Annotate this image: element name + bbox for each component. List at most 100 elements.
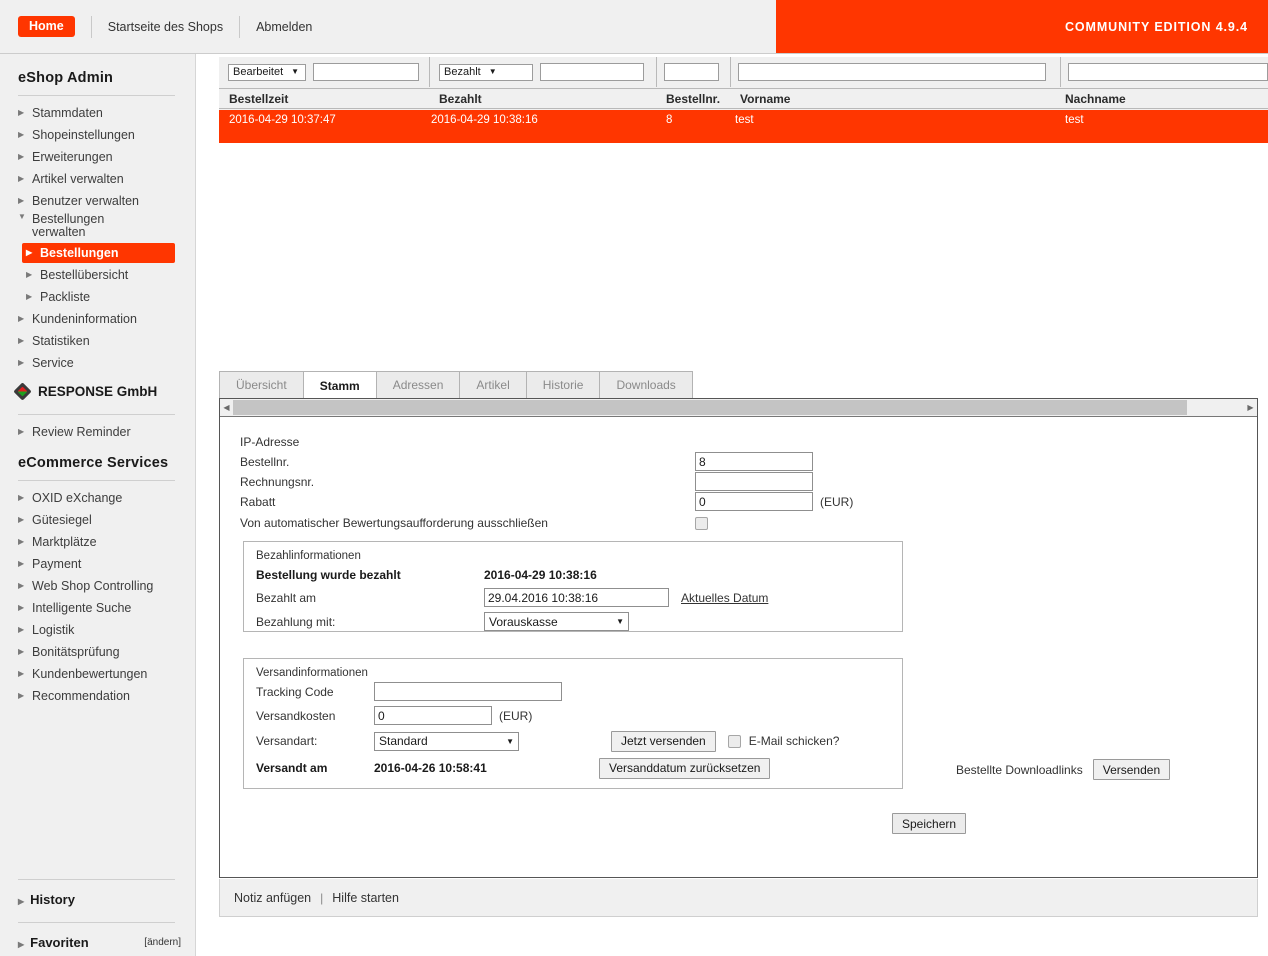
column-header-bezahlt[interactable]: Bezahlt bbox=[429, 89, 656, 109]
filter-input-nachname[interactable] bbox=[1068, 63, 1268, 81]
table-row[interactable]: 2016-04-29 10:37:47 2016-04-29 10:38:16 … bbox=[219, 110, 1268, 143]
sidebar-item-bestellungen-verwalten[interactable]: ▼ Bestellungen verwalten bbox=[0, 212, 195, 242]
tab-bar: Übersicht Stamm Adressen Artikel Histori… bbox=[219, 371, 693, 400]
tab-artikel[interactable]: Artikel bbox=[459, 371, 527, 398]
column-header-vorname[interactable]: Vorname bbox=[730, 89, 1060, 109]
divider: | bbox=[320, 890, 324, 905]
payment-method-select[interactable]: Vorauskasse ▼ bbox=[484, 612, 629, 631]
sidebar-bottom: ▶ History ▶ Favoriten [ändern] bbox=[0, 870, 195, 956]
column-header-bestellzeit[interactable]: Bestellzeit bbox=[219, 89, 429, 109]
sidebar-item-label: Bestellungen verwalten bbox=[32, 212, 105, 239]
filter-input-bestellzeit[interactable] bbox=[313, 63, 419, 81]
filter-select-bearbeitet[interactable]: Bearbeitet ▼ bbox=[228, 63, 306, 81]
send-now-button[interactable]: Jetzt versenden bbox=[611, 730, 716, 752]
sidebar-item-favoriten[interactable]: ▶ Favoriten [ändern] bbox=[0, 929, 195, 956]
sidebar-item-label: Artikel verwalten bbox=[32, 172, 124, 186]
sidebar-item-recommendation[interactable]: ▶ Recommendation bbox=[0, 685, 195, 707]
send-downloads-button[interactable]: Versenden bbox=[1092, 759, 1171, 780]
filter-input-bestellnr[interactable] bbox=[664, 63, 719, 81]
tab-adressen[interactable]: Adressen bbox=[375, 371, 461, 398]
shipping-type-select[interactable]: Standard ▼ bbox=[374, 731, 519, 751]
logout-link[interactable]: Abmelden bbox=[256, 20, 312, 34]
save-row: Speichern bbox=[892, 813, 967, 834]
exclude-review-label: Von automatischer Bewertungsaufforderung… bbox=[240, 516, 548, 530]
filter-input-vorname[interactable] bbox=[738, 63, 1046, 81]
sidebar-item-statistiken[interactable]: ▶ Statistiken bbox=[0, 330, 195, 352]
tracking-code-input[interactable] bbox=[374, 682, 562, 701]
paid-on-input[interactable]: 29.04.2016 10:38:16 bbox=[484, 588, 669, 607]
sidebar-item-shopeinstellungen[interactable]: ▶ Shopeinstellungen bbox=[0, 124, 195, 146]
rechnungsnr-input[interactable] bbox=[695, 472, 813, 491]
shop-home-link[interactable]: Startseite des Shops bbox=[108, 20, 223, 34]
sidebar-item-label: OXID eXchange bbox=[32, 491, 123, 505]
exclude-review-checkbox[interactable] bbox=[695, 516, 708, 530]
row-bestellung-bezahlt: Bestellung wurde bezahlt 2016-04-29 10:3… bbox=[256, 565, 890, 584]
chevron-right-icon: ▶ bbox=[18, 427, 25, 436]
tab-historie[interactable]: Historie bbox=[525, 371, 601, 398]
shipping-cost-input[interactable]: 0 bbox=[374, 706, 492, 725]
favorites-change-link[interactable]: [ändern] bbox=[144, 937, 181, 948]
shipped-on-label: Versandt am bbox=[256, 761, 328, 775]
column-header-nachname[interactable]: Nachname bbox=[1055, 89, 1268, 109]
sidebar-item-marktplaetze[interactable]: ▶ Marktplätze bbox=[0, 531, 195, 553]
rechnungsnr-label: Rechnungsnr. bbox=[240, 474, 315, 489]
add-note-link[interactable]: Notiz anfügen bbox=[234, 891, 311, 905]
sidebar-item-benutzer-verwalten[interactable]: ▶ Benutzer verwalten bbox=[0, 190, 195, 212]
sidebar-item-review-reminder[interactable]: ▶ Review Reminder bbox=[0, 421, 195, 443]
tab-uebersicht[interactable]: Übersicht bbox=[219, 371, 304, 398]
sidebar-item-intelligente-suche[interactable]: ▶ Intelligente Suche bbox=[0, 597, 195, 619]
shipping-type-label: Versandart: bbox=[256, 734, 318, 748]
sidebar-item-erweiterungen[interactable]: ▶ Erweiterungen bbox=[0, 146, 195, 168]
scroll-right-arrow-icon[interactable]: ▶ bbox=[1244, 399, 1257, 417]
sidebar-item-guetesiegel[interactable]: ▶ Gütesiegel bbox=[0, 509, 195, 531]
divider bbox=[90, 15, 92, 38]
edition-badge: COMMUNITY EDITION 4.9.4 bbox=[776, 0, 1268, 53]
filter-select-bezahlt[interactable]: Bezahlt ▼ bbox=[439, 63, 533, 81]
divider bbox=[18, 879, 175, 880]
chevron-right-icon: ▶ bbox=[26, 270, 33, 279]
sidebar-item-bestellungen[interactable]: ▶ Bestellungen bbox=[22, 243, 175, 263]
sidebar-item-packliste[interactable]: ▶ Packliste bbox=[0, 286, 195, 308]
rabatt-input[interactable]: 0 bbox=[695, 492, 813, 511]
tab-downloads[interactable]: Downloads bbox=[599, 371, 693, 398]
sidebar-item-label: Intelligente Suche bbox=[32, 601, 132, 615]
home-button[interactable]: Home bbox=[18, 15, 75, 38]
bestellnr-label: Bestellnr. bbox=[240, 454, 290, 469]
sidebar-item-web-shop-controlling[interactable]: ▶ Web Shop Controlling bbox=[0, 575, 195, 597]
chevron-right-icon: ▶ bbox=[26, 248, 33, 257]
shipped-on-value: 2016-04-26 10:58:41 bbox=[374, 761, 487, 775]
save-button[interactable]: Speichern bbox=[892, 813, 967, 834]
scrollbar-thumb[interactable] bbox=[233, 400, 1187, 415]
sidebar-item-artikel-verwalten[interactable]: ▶ Artikel verwalten bbox=[0, 168, 195, 190]
ecommerce-services-title: eCommerce Services bbox=[18, 455, 169, 471]
sidebar-item-oxid-exchange[interactable]: ▶ OXID eXchange bbox=[0, 487, 195, 509]
order-paid-label: Bestellung wurde bezahlt bbox=[256, 567, 401, 582]
downloads-row: Bestellte Downloadlinks Versenden bbox=[956, 759, 1171, 780]
filter-input-bezahlt[interactable] bbox=[540, 63, 644, 81]
reset-shipping-date-button[interactable]: Versanddatum zurücksetzen bbox=[599, 757, 771, 779]
sidebar-item-label: Bestellübersicht bbox=[40, 268, 129, 282]
sidebar-item-history[interactable]: ▶ History bbox=[0, 886, 195, 913]
sidebar-item-kundenbewertungen[interactable]: ▶ Kundenbewertungen bbox=[0, 663, 195, 685]
sidebar-item-label: Marktplätze bbox=[32, 535, 97, 549]
start-help-link[interactable]: Hilfe starten bbox=[332, 891, 399, 905]
sidebar-item-payment[interactable]: ▶ Payment bbox=[0, 553, 195, 575]
sidebar-item-bestelluebersicht[interactable]: ▶ Bestellübersicht bbox=[0, 264, 195, 286]
send-email-checkbox[interactable] bbox=[727, 734, 741, 748]
chevron-right-icon: ▶ bbox=[18, 669, 25, 678]
column-header-bestellnr[interactable]: Bestellnr. bbox=[656, 89, 730, 109]
sidebar-item-logistik[interactable]: ▶ Logistik bbox=[0, 619, 195, 641]
horizontal-scrollbar[interactable]: ◀ ▶ bbox=[220, 399, 1257, 417]
sidebar-item-stammdaten[interactable]: ▶ Stammdaten bbox=[0, 102, 195, 124]
scroll-left-arrow-icon[interactable]: ◀ bbox=[220, 399, 233, 417]
tab-stamm[interactable]: Stamm bbox=[302, 371, 377, 400]
filter-select-value: Bearbeitet bbox=[233, 65, 284, 78]
sidebar-item-kundeninformation[interactable]: ▶ Kundeninformation bbox=[0, 308, 195, 330]
sidebar-item-service[interactable]: ▶ Service bbox=[0, 352, 195, 374]
history-label: History bbox=[30, 892, 75, 907]
current-date-link[interactable]: Aktuelles Datum bbox=[681, 591, 768, 605]
bestellnr-input[interactable]: 8 bbox=[695, 452, 813, 471]
chevron-right-icon: ▶ bbox=[18, 537, 25, 546]
sidebar-item-bonitaetspruefung[interactable]: ▶ Bonitätsprüfung bbox=[0, 641, 195, 663]
sidebar-item-label: Web Shop Controlling bbox=[32, 579, 154, 593]
